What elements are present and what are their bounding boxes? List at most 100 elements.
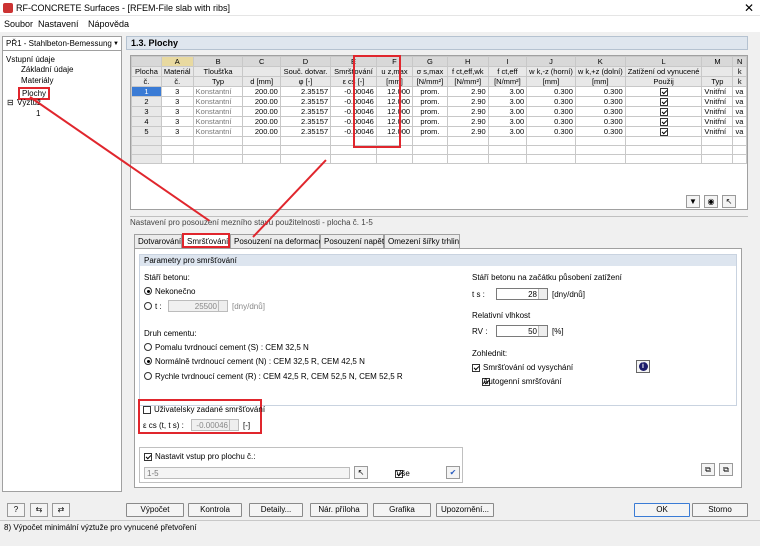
table-cell[interactable]: 2.90 [446,106,489,118]
cement-rapid-radio[interactable] [144,372,152,380]
table-cell[interactable]: Konstantní [192,85,244,98]
table-cell[interactable]: Vnitřní [701,116,734,128]
table-cell[interactable]: Vnitřní [701,106,734,118]
case-combo[interactable]: PŘ1 - Stahlbeton-Bemessung [3,37,121,51]
table-row[interactable]: 5 3 Konstantní 200.00 2.35157 -0.00046 12.000 p… [131,126,747,138]
table-cell[interactable]: 0.300 [526,96,576,108]
table-cell[interactable]: 200.00 [242,96,281,108]
check-button[interactable]: Kontrola [188,503,242,517]
table-cell[interactable]: 0.300 [574,96,626,108]
cement-normal-radio[interactable] [144,357,152,365]
table-row[interactable]: 4 3 Konstantní 200.00 2.35157 -0.00046 12.000 p… [131,116,747,128]
table-cell[interactable]: 3.00 [487,126,528,138]
table-cell[interactable]: 2.35157 [279,116,332,128]
apply-surfaces-input[interactable]: 1-5 [144,467,350,479]
table-cell[interactable]: 2.90 [446,96,489,108]
age-infinite-radio[interactable] [144,287,152,295]
use-checkbox[interactable] [659,98,668,106]
table-cell[interactable]: Konstantní [192,116,244,128]
table-cell[interactable]: 1 [131,85,162,98]
rh-input[interactable]: 50 [496,325,548,337]
table-row[interactable]: 2 3 Konstantní 200.00 2.35157 -0.00046 12.000 p… [131,96,747,108]
select-icon[interactable]: ↖ [722,195,736,208]
table-cell[interactable]: 3 [160,116,194,128]
tab-deformation[interactable]: Posouzení na deformace [230,234,323,248]
table-cell[interactable]: 0.300 [526,126,576,138]
use-checkbox[interactable] [659,118,668,126]
age-t-input[interactable]: 25500 [168,300,228,312]
menu-settings[interactable]: Nastavení [38,19,79,29]
table-row[interactable]: 1 3 Konstantní 200.00 2.35157 -0.00046 12.000 p… [131,85,747,98]
table-cell[interactable]: prom. [412,85,448,98]
table-cell[interactable]: 2.35157 [279,85,332,98]
table-cell[interactable]: 0.300 [574,126,626,138]
cement-slow-radio[interactable] [144,343,152,351]
filter-icon[interactable]: ▼ [686,195,700,208]
table-cell[interactable]: 5 [131,126,162,138]
table-cell[interactable] [624,96,703,108]
table-cell[interactable]: prom. [412,116,448,128]
table-cell[interactable]: Vnitřní [701,96,734,108]
table-cell[interactable]: prom. [412,96,448,108]
user-shrinkage-checkbox[interactable] [143,405,151,414]
national-annex-button[interactable]: Nár. příloha [310,503,368,517]
table-cell[interactable]: Konstantní [192,126,244,138]
details-button[interactable]: Detaily... [249,503,303,517]
ts-input[interactable]: 28 [496,288,548,300]
apply-check-icon[interactable]: ✔ [446,466,460,479]
table-cell[interactable]: 2.35157 [279,106,332,118]
tab-crack-width[interactable]: Omezení šířky trhlin [384,234,460,248]
apply-checkbox[interactable] [144,452,152,461]
tree-input-data[interactable]: Vstupní údaje [6,55,55,64]
table-cell[interactable]: va [732,116,747,128]
calculate-button[interactable]: Výpočet [126,503,184,517]
table-cell[interactable]: 2.90 [446,85,489,98]
table-cell[interactable]: va [732,126,747,138]
menu-help[interactable]: Nápověda [88,19,129,29]
table-cell[interactable]: 200.00 [242,106,281,118]
table-cell[interactable]: 2.35157 [279,96,332,108]
table-cell[interactable] [624,106,703,118]
pick-icon[interactable]: ↖ [354,466,368,479]
table-cell[interactable]: 3 [131,106,162,118]
table-cell[interactable]: 3 [160,126,194,138]
table-cell[interactable]: 0.300 [574,85,626,98]
table-cell[interactable]: Vnitřní [701,85,734,98]
table-cell[interactable] [624,126,703,138]
cancel-button[interactable]: Storno [692,503,748,517]
table-cell[interactable] [624,85,703,98]
next-icon[interactable]: ⇄ [52,503,70,517]
close-icon[interactable]: ✕ [744,1,754,15]
table-cell[interactable]: 2 [131,96,162,108]
table-cell[interactable]: 4 [131,116,162,128]
graphics-button[interactable]: Grafika [373,503,431,517]
ecs-input[interactable]: -0.00046 [191,419,239,431]
table-cell[interactable]: Konstantní [192,96,244,108]
table-cell[interactable]: prom. [412,126,448,138]
table-cell[interactable] [624,116,703,128]
table-cell[interactable]: va [732,106,747,118]
table-cell[interactable]: 0.300 [574,106,626,118]
table-row[interactable]: 3 3 Konstantní 200.00 2.35157 -0.00046 12.000 p… [131,106,747,118]
table-cell[interactable]: 3 [160,85,194,98]
table-cell[interactable]: 0.300 [526,106,576,118]
table-cell[interactable]: 0.300 [526,116,576,128]
view-icon[interactable]: ◉ [704,195,718,208]
table-cell[interactable]: 3.00 [487,116,528,128]
table-cell[interactable]: 2.90 [446,116,489,128]
table-cell[interactable]: Vnitřní [701,126,734,138]
table-cell[interactable]: 200.00 [242,116,281,128]
use-checkbox[interactable] [659,108,668,116]
prev-icon[interactable]: ⇆ [30,503,48,517]
ok-button[interactable]: OK [634,503,690,517]
table-cell[interactable]: 200.00 [242,126,281,138]
table-cell[interactable]: 3.00 [487,85,528,98]
tree-materials[interactable]: Materiály [21,76,53,85]
table-cell[interactable]: 0.300 [574,116,626,128]
chevron-down-icon[interactable]: ▼ [113,41,119,47]
table-cell[interactable]: 0.300 [526,85,576,98]
use-checkbox[interactable] [659,128,668,136]
table-cell[interactable]: Konstantní [192,106,244,118]
warnings-button[interactable]: Upozornění... [436,503,494,517]
use-checkbox[interactable] [659,88,668,96]
